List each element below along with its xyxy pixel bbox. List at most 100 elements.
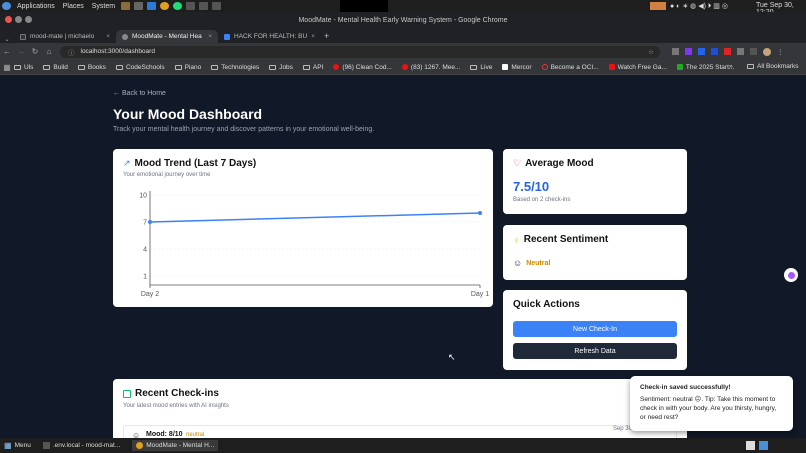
tab-moodmate-dashboard[interactable]: MoodMate - Mental Hea ×: [116, 30, 218, 43]
back-to-home-link[interactable]: ← Back to Home: [113, 90, 166, 97]
maximize-window-icon[interactable]: [25, 16, 32, 23]
bookmark-label: Uls: [24, 63, 34, 71]
home-icon[interactable]: ⌂: [42, 47, 56, 56]
profile-avatar-icon[interactable]: [763, 47, 771, 56]
taskbar-item-label: .env.local - mood-mat...: [52, 442, 121, 449]
refresh-data-button[interactable]: Refresh Data: [513, 343, 677, 359]
close-window-icon[interactable]: [5, 16, 12, 23]
tab-label: HACK FOR HEALTH: BU: [234, 33, 308, 40]
close-tab-icon[interactable]: ×: [311, 33, 315, 40]
youtube-icon: [401, 64, 408, 70]
spotify-launcher-icon[interactable]: [173, 2, 183, 10]
bookmark-mercor[interactable]: Mercor: [502, 64, 532, 71]
system-panel: Applications Places System ● ◐ ∗ ◍ ◀) ⏵ …: [0, 0, 806, 16]
back-arrow-icon[interactable]: ←: [0, 47, 14, 56]
folder-icon: [269, 64, 277, 70]
menu-button[interactable]: ▦ Menu: [4, 441, 31, 450]
tab-mood-mate[interactable]: mood-mate | michaelo ×: [14, 30, 116, 43]
tab-search-icon[interactable]: ⌄: [0, 36, 14, 43]
tab-hack-for-health[interactable]: HACK FOR HEALTH: BU ×: [218, 30, 320, 43]
close-tab-icon[interactable]: ×: [208, 33, 212, 40]
extension-icon[interactable]: [672, 47, 679, 55]
chrome-icon: [136, 442, 144, 449]
extension-icon[interactable]: [724, 47, 731, 55]
tray-app-icon[interactable]: [650, 2, 666, 10]
app-launcher-icon[interactable]: [212, 2, 222, 10]
folder-icon: [470, 64, 478, 70]
bookmark-codeschools[interactable]: CodeSchools: [115, 64, 165, 71]
workspace-switcher[interactable]: [340, 0, 388, 12]
bookmark-star-icon[interactable]: ☆: [648, 48, 654, 56]
new-tab-icon[interactable]: +: [324, 31, 329, 41]
card-subtitle: Your emotional journey over time: [123, 172, 211, 178]
minimize-window-icon[interactable]: [15, 16, 22, 23]
chrome-launcher-icon[interactable]: [160, 2, 170, 10]
bookmark-2025-start[interactable]: The 2025 Start...: [676, 63, 735, 71]
side-panel-icon[interactable]: [750, 47, 757, 55]
page-favicon-icon: [122, 33, 128, 40]
reload-icon[interactable]: ↻: [28, 47, 42, 56]
site-info-icon[interactable]: ⓘ: [68, 47, 75, 57]
vscode-launcher-icon[interactable]: [147, 2, 157, 10]
average-mood-card: ♡ Average Mood 7.5/10 Based on 2 check-i…: [503, 149, 687, 214]
window-title: MoodMate - Mental Health Early Warning S…: [298, 16, 508, 24]
extension-icon[interactable]: [698, 47, 705, 55]
bookmark-watch-free[interactable]: Watch Free Ga...: [608, 64, 667, 71]
bookmark-books[interactable]: Books: [77, 64, 106, 71]
extension-icon[interactable]: [711, 47, 718, 55]
app-launcher-icon[interactable]: [186, 2, 196, 10]
close-tab-icon[interactable]: ×: [106, 33, 110, 40]
extension-icon[interactable]: [685, 47, 692, 55]
more-bookmarks-icon[interactable]: »: [729, 63, 733, 70]
play-icon: [608, 64, 615, 70]
system-menu[interactable]: System: [92, 3, 115, 10]
x-tick-label: Day 2: [141, 291, 159, 298]
folder-icon: [115, 64, 123, 70]
bookmark-clean-code[interactable]: (96) Clean Cod...: [333, 64, 392, 71]
bookmark-jobs[interactable]: Jobs: [269, 64, 293, 71]
mood-trend-card: ↗ Mood Trend (Last 7 Days) Your emotiona…: [113, 149, 493, 307]
applications-menu[interactable]: Applications: [17, 3, 55, 10]
bookmark-label: API: [312, 63, 324, 71]
chrome-menu-icon[interactable]: ⋮: [777, 48, 784, 56]
y-tick-label: 7: [143, 220, 147, 227]
bookmark-live[interactable]: Live: [470, 64, 492, 71]
github-favicon-icon: [20, 33, 26, 40]
app-launcher-icon[interactable]: [199, 2, 209, 10]
average-mood-note: Based on 2 check-ins: [513, 197, 571, 203]
forward-arrow-icon[interactable]: →: [14, 47, 28, 56]
floating-assistant-icon[interactable]: [784, 268, 798, 282]
apps-grid-icon[interactable]: ▦: [0, 63, 14, 72]
address-bar[interactable]: ⓘ localhost:3000/dashboard ☆: [60, 45, 660, 58]
tray-icons[interactable]: ● ◐ ∗ ◍ ◀) ⏵ ▥ ◎: [670, 2, 728, 11]
card-subtitle: Your latest mood entries with AI insight…: [123, 403, 229, 409]
workspace-icon[interactable]: [759, 441, 768, 450]
folder-launcher-icon[interactable]: [121, 2, 131, 10]
new-check-in-button[interactable]: New Check-In: [513, 321, 677, 337]
bookmark-piano[interactable]: Piano: [174, 64, 201, 71]
show-desktop-icon[interactable]: [746, 441, 755, 450]
tab-label: MoodMate - Mental Hea: [132, 33, 202, 40]
extensions-puzzle-icon[interactable]: [737, 47, 744, 55]
bookmark-oci[interactable]: Become a OCI...: [541, 64, 599, 71]
folder-icon: [747, 64, 754, 69]
bookmark-technologies[interactable]: Technologies: [211, 64, 259, 71]
bookmark-uls[interactable]: Uls: [14, 64, 33, 71]
bookmark-label: Jobs: [279, 63, 293, 71]
folder-icon: [174, 64, 182, 70]
check-in-entry[interactable]: ☺ Mood: 8/10 neutral Sep 30 at 12:20 PM: [123, 425, 677, 438]
editor-icon: [42, 442, 50, 449]
heart-icon: ♡: [513, 158, 522, 168]
toast-notification[interactable]: Check-in saved successfully! Sentiment: …: [630, 376, 793, 431]
x-tick-label: Day 1: [471, 291, 489, 298]
taskbar-item-chrome[interactable]: MoodMate - Mental H...: [132, 440, 219, 451]
bookmark-label: The 2025 Start...: [685, 63, 735, 71]
terminal-launcher-icon[interactable]: [134, 2, 144, 10]
bookmark-api[interactable]: API: [302, 63, 324, 71]
all-bookmarks[interactable]: All Bookmarks: [747, 63, 799, 70]
apps-menu-icon[interactable]: [2, 2, 11, 10]
bookmark-build[interactable]: Build: [43, 64, 68, 71]
places-menu[interactable]: Places: [63, 3, 84, 10]
taskbar-item-editor[interactable]: .env.local - mood-mat...: [42, 442, 121, 449]
bookmark-1267-meeting[interactable]: (83) 1267. Mee...: [401, 64, 460, 71]
